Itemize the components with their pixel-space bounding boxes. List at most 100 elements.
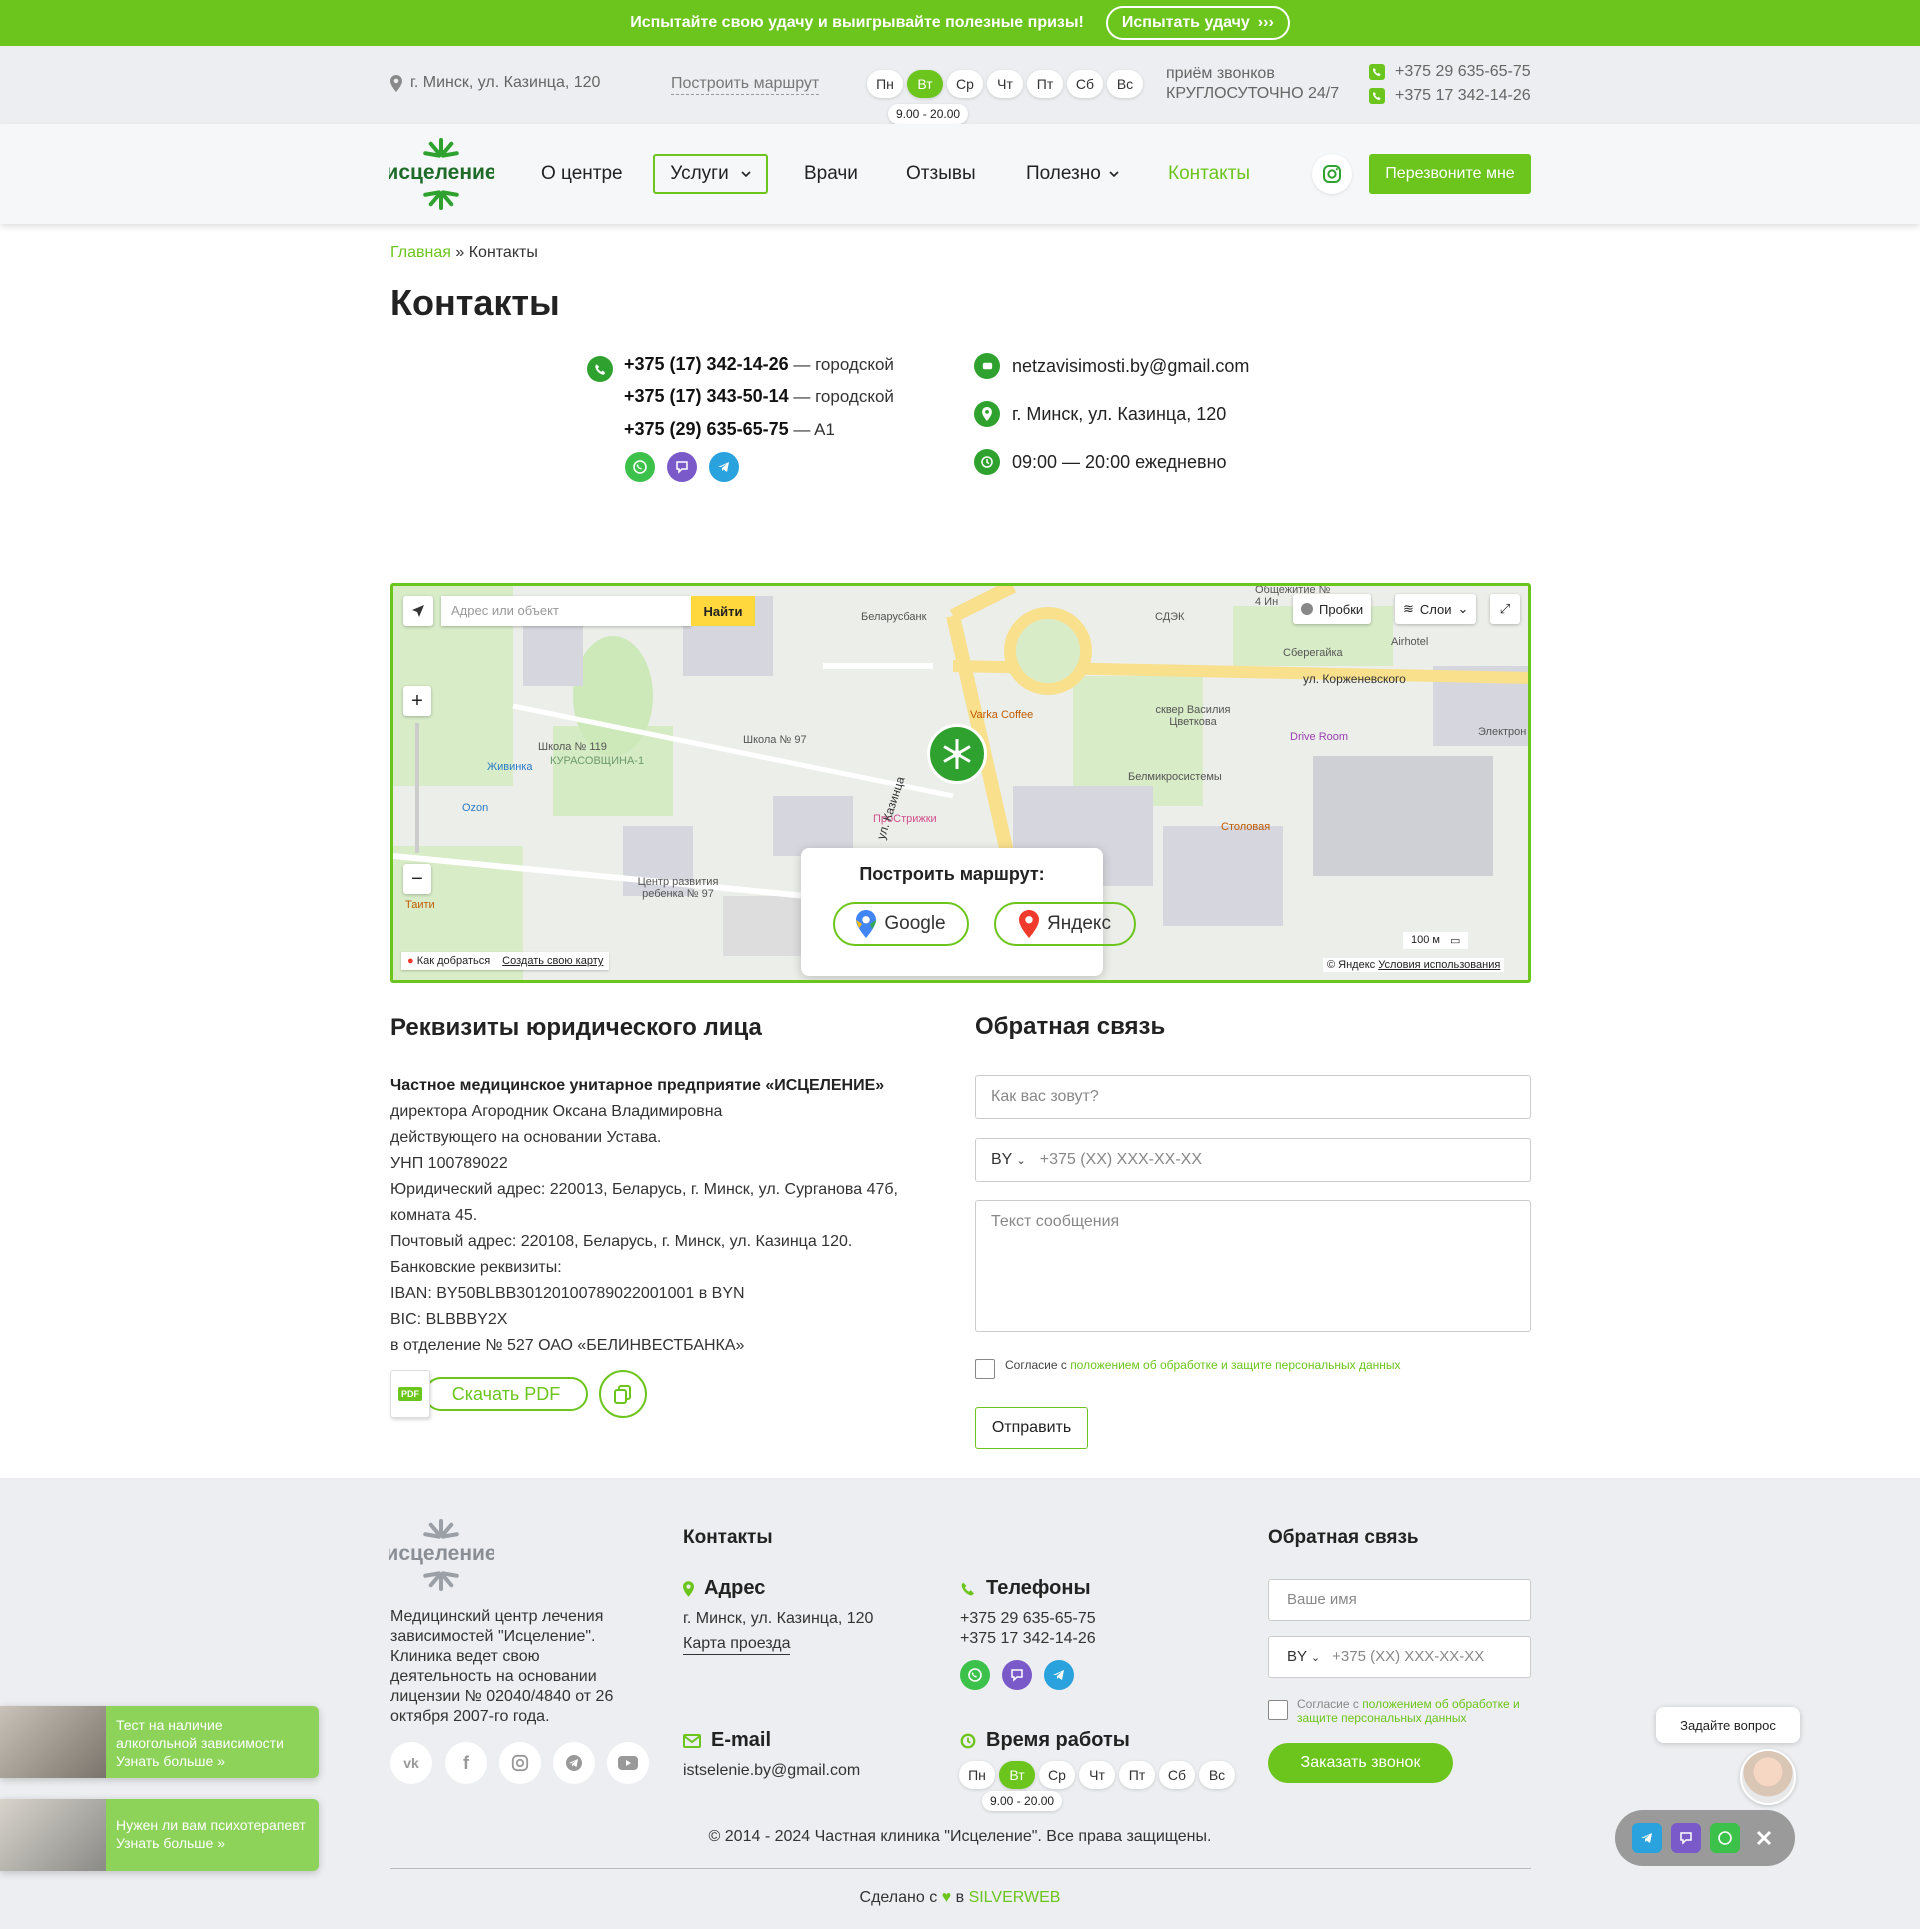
whatsapp-icon[interactable]	[625, 452, 655, 482]
create-map-link[interactable]: Создать свою карту	[502, 955, 603, 967]
nav-about[interactable]: О центре	[541, 124, 623, 224]
zoom-out-button[interactable]: −	[403, 864, 431, 894]
nav-contacts[interactable]: Контакты	[1168, 124, 1250, 224]
address-heading: Адрес	[704, 1577, 766, 1599]
psychotherapist-card[interactable]: Нужен ли вам психотерапевт Узнать больше…	[0, 1799, 319, 1871]
contact-phone-1[interactable]: +375 (17) 342-14-26 — городской	[624, 354, 894, 375]
breadcrumb: Главная » Контакты	[390, 244, 538, 262]
telegram-icon[interactable]	[1044, 1660, 1074, 1690]
terms-link[interactable]: Условия использования	[1378, 959, 1500, 971]
map-label: Ozon	[462, 802, 489, 814]
zoom-slider[interactable]	[415, 723, 419, 853]
made-in: в	[955, 1889, 965, 1906]
map-label: Airhotel	[1391, 636, 1429, 648]
layers-button[interactable]: ≋ Слои ⌄	[1395, 594, 1477, 624]
close-icon[interactable]	[1749, 1823, 1779, 1853]
footer-consent-checkbox[interactable]	[1268, 1700, 1288, 1720]
viber-icon[interactable]	[1670, 1823, 1701, 1853]
telegram-button[interactable]	[553, 1742, 595, 1784]
nav-services[interactable]: Услуги	[653, 154, 768, 194]
youtube-button[interactable]	[607, 1742, 649, 1784]
map-find-button[interactable]: Найти	[691, 596, 755, 626]
how-to-get-link[interactable]: ● Как добраться	[407, 955, 490, 967]
messengers	[625, 452, 739, 482]
footer-logo[interactable]: исцеление	[385, 1517, 497, 1593]
hours-heading: Время работы	[986, 1729, 1130, 1751]
submit-button[interactable]: Отправить	[975, 1407, 1088, 1449]
nav-useful[interactable]: Полезно	[1026, 124, 1119, 224]
developer-link[interactable]: SILVERWEB	[969, 1889, 1061, 1906]
yandex-map[interactable]: Беларусбанк СДЭК Общежитие № 4 Ин Airhot…	[390, 583, 1531, 983]
consent-checkbox[interactable]	[975, 1359, 995, 1379]
contact-phone-2[interactable]: +375 (17) 343-50-14 — городской	[624, 386, 894, 407]
footer-route-link[interactable]: Карта проезда	[683, 1634, 791, 1655]
breadcrumb-home[interactable]: Главная	[390, 244, 451, 261]
map-marker[interactable]	[927, 724, 987, 784]
ruler-icon[interactable]: ▭	[1450, 934, 1460, 947]
nav-doctors[interactable]: Врачи	[804, 124, 858, 224]
day-pill: Вс	[1107, 70, 1143, 98]
site-logo[interactable]: исцеление	[385, 136, 497, 212]
top-phone-1[interactable]: +375 29 635-65-75	[1395, 60, 1531, 84]
phone-note: — городской	[793, 387, 894, 406]
consent-link[interactable]: положением об обработке и защите персона…	[1070, 1358, 1400, 1372]
whatsapp-icon[interactable]	[960, 1660, 990, 1690]
vk-icon: vk	[403, 1755, 419, 1771]
requisites-line: комната 45.	[390, 1207, 478, 1224]
download-pdf-button[interactable]: Скачать PDF PDF	[390, 1370, 588, 1418]
google-route-button[interactable]: Google	[833, 902, 969, 946]
pdf-label: Скачать PDF	[424, 1377, 588, 1411]
alcohol-test-card[interactable]: Тест на наличие алкогольной зависимости …	[0, 1706, 319, 1778]
viber-icon[interactable]	[1002, 1660, 1032, 1690]
country-select[interactable]: BY ⌄	[991, 1151, 1026, 1169]
traffic-button[interactable]: Пробки	[1293, 594, 1372, 624]
zoom-in-button[interactable]: +	[403, 686, 431, 716]
yandex-route-button[interactable]: Яндекс	[994, 902, 1136, 946]
order-call-button[interactable]: Заказать звонок	[1268, 1743, 1453, 1783]
map-label: Школа № 97	[743, 734, 807, 746]
card-line: Тест на наличие	[116, 1717, 223, 1733]
footer-phone-2[interactable]: +375 17 342-14-26	[960, 1629, 1096, 1649]
geolocate-button[interactable]	[403, 596, 433, 626]
contact-address: г. Минск, ул. Казинца, 120	[974, 401, 1226, 427]
phone-input[interactable]: +375 (XX) XXX-XX-XX	[1040, 1151, 1202, 1169]
instagram-button[interactable]	[499, 1742, 541, 1784]
footer-phone-input[interactable]: +375 (XX) XXX-XX-XX	[1332, 1648, 1484, 1666]
google-label: Google	[884, 913, 946, 934]
footer-name-input[interactable]: Ваше имя	[1268, 1579, 1531, 1621]
contact-phone-3[interactable]: +375 (29) 635-65-75 — A1	[624, 419, 835, 440]
whatsapp-icon[interactable]	[1709, 1823, 1740, 1853]
instagram-button[interactable]	[1312, 154, 1352, 194]
viber-icon[interactable]	[667, 452, 697, 482]
map-search-input[interactable]: Адрес или объект	[441, 596, 691, 626]
facebook-button[interactable]: f	[445, 1742, 487, 1784]
top-phone-2[interactable]: +375 17 342-14-26	[1395, 84, 1531, 108]
yandex-copyright: © Яндекс	[1327, 959, 1376, 971]
footer-phone-1[interactable]: +375 29 635-65-75	[960, 1609, 1096, 1629]
map-label: Электрон	[1478, 726, 1527, 738]
message-textarea[interactable]: Текст сообщения	[975, 1200, 1531, 1332]
callback-button[interactable]: Перезвоните мне	[1369, 154, 1531, 194]
footer-email-title: E-mail	[683, 1729, 771, 1752]
copy-requisites-button[interactable]	[599, 1370, 647, 1418]
ask-question-bubble[interactable]: Задайте вопрос	[1656, 1707, 1800, 1743]
vk-button[interactable]: vk	[390, 1742, 432, 1784]
footer-feedback-title: Обратная связь	[1268, 1527, 1419, 1548]
footer-email[interactable]: istselenie.by@gmail.com	[683, 1761, 860, 1781]
map-copyright: © Яндекс Условия использования	[1323, 958, 1505, 972]
card-link: Узнать больше »	[116, 1835, 225, 1851]
map-label: КУРАСОВЩИНА-1	[550, 755, 645, 767]
nav-reviews[interactable]: Отзывы	[906, 124, 976, 224]
telegram-icon[interactable]	[1631, 1823, 1662, 1853]
fullscreen-button[interactable]: ⤢	[1490, 594, 1520, 624]
telegram-icon[interactable]	[709, 452, 739, 482]
consultant-avatar[interactable]	[1740, 1749, 1796, 1805]
promo-button[interactable]: Испытать удачу ›››	[1105, 6, 1290, 40]
scale-label: 100 м	[1411, 934, 1440, 946]
consent-prefix: Согласие с	[1297, 1697, 1363, 1711]
footer-country-select[interactable]: BY ⌄	[1287, 1648, 1320, 1666]
phone-icon	[961, 1582, 974, 1595]
contact-email[interactable]: netzavisimosti.by@gmail.com	[974, 353, 1249, 379]
build-route-link[interactable]: Построить маршрут	[671, 75, 820, 95]
name-input[interactable]: Как вас зовут?	[975, 1075, 1531, 1119]
